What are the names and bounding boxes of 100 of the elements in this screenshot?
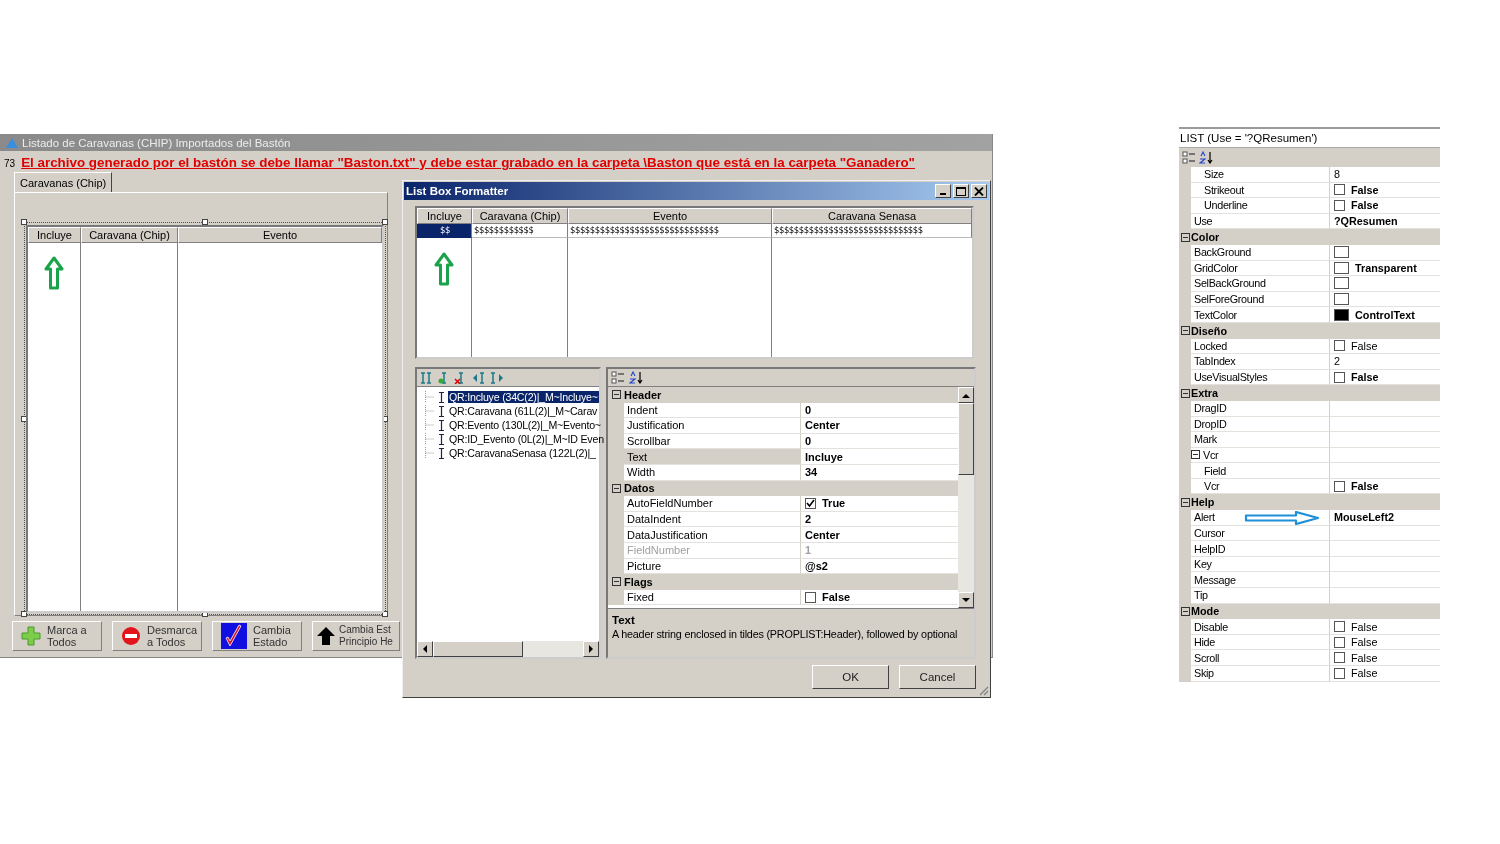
column-header[interactable]: Caravana (Chip) (472, 208, 568, 224)
checkbox[interactable] (805, 591, 816, 603)
toolbar-button[interactable]: Cambia Estado (212, 621, 302, 651)
sort-az-icon[interactable] (629, 371, 643, 384)
checkbox[interactable] (1334, 667, 1345, 679)
toolbar-button[interactable]: Desmarca a Todos (112, 621, 202, 651)
maximize-icon (956, 186, 966, 196)
property-row[interactable]: DataJustification Center (608, 527, 958, 543)
collapse-icon[interactable] (1180, 388, 1190, 398)
left-arrow-icon (422, 645, 428, 653)
column-header[interactable]: Evento (568, 208, 772, 224)
category-row[interactable]: Header (608, 387, 958, 403)
tree-item[interactable]: QR:Caravana (61L(2)|_M~Carav (448, 405, 599, 417)
checkbox[interactable] (1334, 480, 1345, 492)
collapse-icon[interactable] (1180, 232, 1190, 242)
checkbox[interactable] (805, 497, 816, 509)
vertical-scrollbar[interactable] (958, 387, 974, 608)
property-name: Locked (1194, 339, 1228, 352)
property-name: Use (1194, 215, 1213, 228)
toolbar-button[interactable]: Cambia Est Principio He (312, 621, 400, 651)
collapse-icon[interactable] (1180, 497, 1190, 507)
property-name: Underline (1204, 199, 1248, 212)
collapse-icon[interactable] (611, 483, 621, 493)
property-value: False (1351, 667, 1378, 680)
list-box[interactable]: Incluye Caravana (Chip) Evento (26, 225, 384, 613)
column-header[interactable]: Evento (178, 227, 382, 243)
property-value: 34 (805, 466, 818, 479)
window-title: Listado de Caravanas (CHIP) Importados del Bastón (22, 136, 291, 149)
property-value: False (822, 591, 851, 603)
tree-item[interactable]: QR:CaravanaSenasa (122L(2)|_ (448, 447, 597, 459)
property-name: Cursor (1194, 526, 1225, 539)
up-arrow-icon (316, 626, 336, 646)
property-row[interactable]: Justification Center (608, 418, 958, 434)
property-value: 2 (805, 513, 812, 526)
color-swatch[interactable] (1334, 308, 1349, 321)
category-name: Color (1191, 231, 1220, 244)
tree-line-icon (425, 405, 435, 417)
dialog-button[interactable]: Cancel (899, 665, 976, 689)
column-header[interactable]: Caravana Senasa (772, 208, 972, 224)
column-insert-icon[interactable] (420, 371, 434, 384)
category-name: Header (624, 388, 662, 401)
sort-az-icon[interactable] (1199, 151, 1213, 164)
toolbar-button[interactable]: Marca a Todos (12, 621, 102, 651)
color-swatch[interactable] (1334, 293, 1349, 306)
property-name: TabIndex (1194, 355, 1236, 368)
property-name: Indent (627, 403, 658, 416)
checkbox[interactable] (1334, 184, 1345, 196)
category-row[interactable]: Extra (1179, 385, 1440, 401)
table-cell: $$$$$$$$$$$$$$$$$$$$$$$$$$$$$$ (568, 224, 772, 238)
tree-item[interactable]: QR:ID_Evento (0L(2)|_M~ID Even (448, 433, 605, 445)
tree-item[interactable]: QR:Incluye (34C(2)|_M~Incluye~ (448, 391, 599, 403)
collapse-icon[interactable] (611, 390, 621, 400)
property-name: Alert (1194, 511, 1215, 524)
property-value: False (1351, 199, 1379, 212)
right-arrow-icon (588, 645, 594, 653)
property-name: Text (627, 450, 648, 463)
dialog-button[interactable]: OK (812, 665, 889, 689)
property-name: BackGround (1194, 246, 1251, 259)
column-header[interactable]: Incluye (417, 208, 472, 224)
category-name: Flags (624, 575, 653, 588)
color-swatch[interactable] (1334, 277, 1349, 290)
checkbox[interactable] (1334, 636, 1345, 648)
categorized-icon[interactable] (1182, 151, 1196, 164)
tab[interactable]: Caravanas (Chip) (14, 172, 113, 192)
property-value: False (1351, 183, 1379, 196)
move-left-icon[interactable] (472, 371, 486, 384)
collapse-icon[interactable] (611, 577, 621, 587)
checkbox[interactable] (1334, 371, 1345, 383)
property-row[interactable]: Text Incluye (608, 449, 958, 465)
color-swatch[interactable] (1334, 261, 1349, 274)
checkbox[interactable] (1334, 200, 1345, 211)
text-cursor-icon (438, 447, 445, 459)
tree-line-icon (425, 447, 435, 459)
tree-item[interactable]: QR:Evento (130L(2)|_M~Evento~ (448, 419, 602, 431)
category-row[interactable]: Help (1179, 494, 1440, 511)
property-value: 2 (1334, 355, 1340, 368)
property-row[interactable]: AutoFieldNumber True (608, 496, 958, 512)
color-swatch[interactable] (1334, 246, 1349, 259)
category-row[interactable]: Flags (608, 574, 958, 590)
collapse-icon[interactable] (1180, 606, 1190, 616)
categorized-icon[interactable] (611, 371, 625, 384)
column-header[interactable]: Caravana (Chip) (81, 227, 178, 243)
checkbox[interactable] (1334, 652, 1345, 664)
close-button[interactable] (971, 184, 987, 198)
property-value: False (1351, 480, 1379, 493)
property-value: ControlText (1355, 308, 1415, 321)
category-row[interactable]: Color (1179, 229, 1440, 245)
checkbox[interactable] (1334, 340, 1345, 352)
move-right-icon[interactable] (490, 371, 504, 384)
property-value: Transparent (1355, 261, 1417, 274)
checkbox[interactable] (1334, 621, 1345, 632)
property-name: Message (1194, 573, 1236, 586)
column-header[interactable]: Incluye (28, 227, 81, 243)
property-value: 0 (805, 435, 812, 448)
maximize-button[interactable] (953, 184, 969, 198)
property-value: Center (805, 528, 840, 541)
minimize-button[interactable] (935, 184, 951, 198)
collapse-icon[interactable] (1191, 450, 1200, 460)
collapse-icon[interactable] (1180, 326, 1190, 336)
horizontal-scrollbar[interactable] (417, 641, 599, 657)
